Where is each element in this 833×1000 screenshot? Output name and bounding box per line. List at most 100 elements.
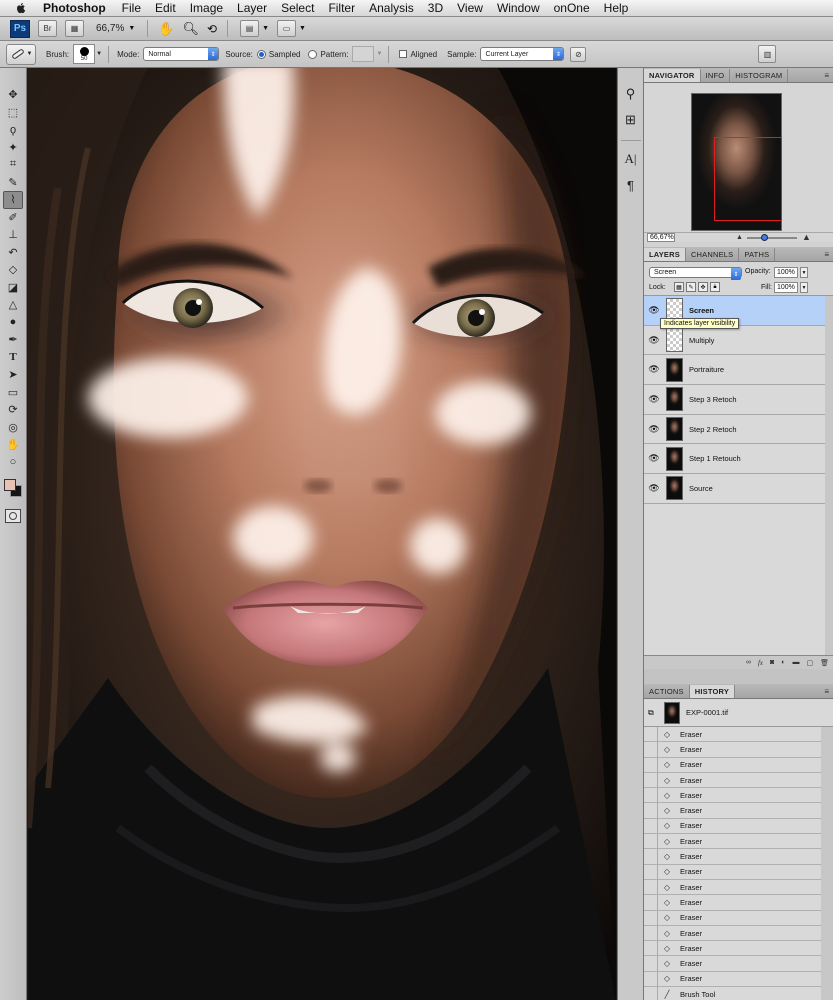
pen-tool-icon[interactable]: ✒ xyxy=(3,331,23,349)
history-state[interactable]: ◇ Eraser xyxy=(644,864,821,880)
menu-onone[interactable]: onOne xyxy=(547,1,597,15)
menu-filter[interactable]: Filter xyxy=(321,1,362,15)
clone-stamp-tool-icon[interactable]: ⊥ xyxy=(3,226,23,244)
history-source-column[interactable] xyxy=(644,849,658,864)
menu-layer[interactable]: Layer xyxy=(230,1,274,15)
zoom-out-icon[interactable]: ▲ xyxy=(736,234,743,241)
menu-select[interactable]: Select xyxy=(274,1,321,15)
history-source-column[interactable] xyxy=(644,941,658,956)
history-state[interactable]: ◇ Eraser xyxy=(644,925,821,942)
history-source-column[interactable] xyxy=(644,834,658,849)
lock-position-icon[interactable]: ✥ xyxy=(698,282,708,292)
blur-tool-icon[interactable]: △ xyxy=(3,296,23,314)
history-state[interactable]: ◇ Eraser xyxy=(644,834,821,850)
visibility-eye-icon[interactable]: 👁︎ xyxy=(648,364,660,375)
clone-source-icon[interactable]: ⚲ xyxy=(621,82,641,106)
panel-menu-icon[interactable]: ≡ xyxy=(824,71,829,80)
history-source-column[interactable] xyxy=(644,987,658,1000)
fill-dropdown-icon[interactable]: ▼ xyxy=(800,282,808,293)
marquee-tool-icon[interactable]: ⬚ xyxy=(3,104,23,122)
history-source-column[interactable] xyxy=(644,925,658,941)
visibility-eye-icon[interactable]: 👁︎ xyxy=(648,453,660,464)
history-snapshot[interactable]: ⧉ EXP-0001.tif xyxy=(644,699,833,727)
history-brush-tool-icon[interactable]: ↶ xyxy=(3,244,23,262)
visibility-eye-icon[interactable]: 👁︎ xyxy=(648,424,660,435)
opacity-dropdown-icon[interactable]: ▼ xyxy=(800,267,808,278)
shape-tool-icon[interactable]: ▭ xyxy=(3,384,23,402)
lock-pixels-icon[interactable]: ✎ xyxy=(686,282,696,292)
tab-paths[interactable]: PATHS xyxy=(739,248,776,261)
layer-row[interactable]: 👁︎ Step 3 Retoch xyxy=(644,385,825,415)
paragraph-panel-icon[interactable]: ¶ xyxy=(621,173,641,197)
history-source-column[interactable] xyxy=(644,956,658,971)
pattern-radio[interactable] xyxy=(308,49,318,59)
apple-icon[interactable] xyxy=(14,1,28,15)
3d-rotate-tool-icon[interactable]: ⟳ xyxy=(3,401,23,419)
history-state[interactable]: ◇ Eraser xyxy=(644,971,821,988)
hand-tool-icon[interactable]: ✋ xyxy=(158,21,174,37)
menu-image[interactable]: Image xyxy=(183,1,230,15)
menu-app-name[interactable]: Photoshop xyxy=(37,1,115,15)
paint-bucket-tool-icon[interactable]: ◪ xyxy=(3,279,23,297)
history-source-column[interactable] xyxy=(644,895,658,910)
healing-brush-tool-icon[interactable]: ⌇ xyxy=(3,191,23,209)
brushes-panel-icon[interactable]: ⊞ xyxy=(621,108,641,132)
history-source-column[interactable] xyxy=(644,864,658,879)
history-source-column[interactable] xyxy=(644,879,658,895)
layer-row[interactable]: 👁︎ Step 2 Retoch xyxy=(644,415,825,445)
tab-channels[interactable]: CHANNELS xyxy=(686,248,740,261)
zoom-tool-icon[interactable]: ○ xyxy=(3,454,23,472)
fill-field[interactable]: 100% xyxy=(774,282,798,293)
history-source-column[interactable] xyxy=(644,788,658,803)
history-state[interactable]: ◇ Eraser xyxy=(644,757,821,773)
history-source-column[interactable] xyxy=(644,818,658,834)
path-selection-tool-icon[interactable]: ➤ xyxy=(3,366,23,384)
opacity-field[interactable]: 100% xyxy=(774,267,798,278)
menu-view[interactable]: View xyxy=(450,1,490,15)
eraser-tool-icon[interactable]: ◇ xyxy=(3,261,23,279)
dodge-tool-icon[interactable]: ● xyxy=(3,314,23,332)
bridge-button[interactable]: Br xyxy=(38,20,57,37)
zoom-dropdown-icon[interactable]: ▼ xyxy=(128,25,135,32)
history-state[interactable]: ◇ Eraser xyxy=(644,742,821,758)
history-state[interactable]: ◇ Eraser xyxy=(644,818,821,835)
layer-style-icon[interactable]: fx xyxy=(758,659,763,667)
workspace-switcher-button[interactable]: ▥ xyxy=(758,45,777,63)
brush-tool-icon[interactable]: ✐ xyxy=(3,209,23,227)
pattern-picker[interactable] xyxy=(352,46,375,62)
history-brush-source-icon[interactable]: ⧉ xyxy=(648,708,660,718)
history-state[interactable]: ◇ Eraser xyxy=(644,727,821,743)
menu-3d[interactable]: 3D xyxy=(421,1,450,15)
3d-orbit-tool-icon[interactable]: ◎ xyxy=(3,419,23,437)
new-layer-icon[interactable]: ▢ xyxy=(806,659,813,667)
history-state[interactable]: ◇ Eraser xyxy=(644,788,821,804)
history-source-column[interactable] xyxy=(644,727,658,742)
visibility-eye-icon[interactable]: 👁︎ xyxy=(648,305,660,316)
new-group-icon[interactable]: ▬ xyxy=(792,659,799,666)
history-source-column[interactable] xyxy=(644,971,658,987)
arrange-dropdown-icon[interactable]: ▼ xyxy=(262,25,269,32)
tab-history[interactable]: HISTORY xyxy=(689,685,736,698)
tab-layers[interactable]: LAYERS xyxy=(644,248,686,261)
move-tool-icon[interactable]: ✥ xyxy=(3,86,23,104)
add-mask-icon[interactable]: ◙ xyxy=(770,659,774,666)
history-state[interactable]: ◇ Eraser xyxy=(644,956,821,972)
color-swatches[interactable] xyxy=(2,477,24,501)
layer-row[interactable]: 👁︎ Source xyxy=(644,474,825,504)
lock-all-icon[interactable]: 🔒︎ xyxy=(710,282,720,292)
lock-transparency-icon[interactable]: ▦ xyxy=(674,282,684,292)
history-state[interactable]: ╱ Brush Tool xyxy=(644,987,821,1000)
menu-help[interactable]: Help xyxy=(597,1,636,15)
zoom-slider[interactable] xyxy=(747,237,797,239)
panel-menu-icon[interactable]: ≡ xyxy=(824,250,829,259)
brush-picker[interactable]: 50 xyxy=(73,44,96,64)
screen-mode-dropdown-icon[interactable]: ▼ xyxy=(299,25,306,32)
magic-wand-tool-icon[interactable]: ✦ xyxy=(3,139,23,157)
aligned-checkbox[interactable] xyxy=(399,50,408,58)
foreground-color[interactable] xyxy=(4,479,16,491)
ignore-adjustment-layers-button[interactable]: ⊘ xyxy=(570,46,587,62)
navigator-view-box[interactable] xyxy=(714,137,782,221)
history-state[interactable]: ◇ Eraser xyxy=(644,941,821,957)
view-extras-button[interactable]: ▦ xyxy=(65,20,84,37)
blend-mode-select[interactable]: Screen ⇕ xyxy=(649,267,742,280)
